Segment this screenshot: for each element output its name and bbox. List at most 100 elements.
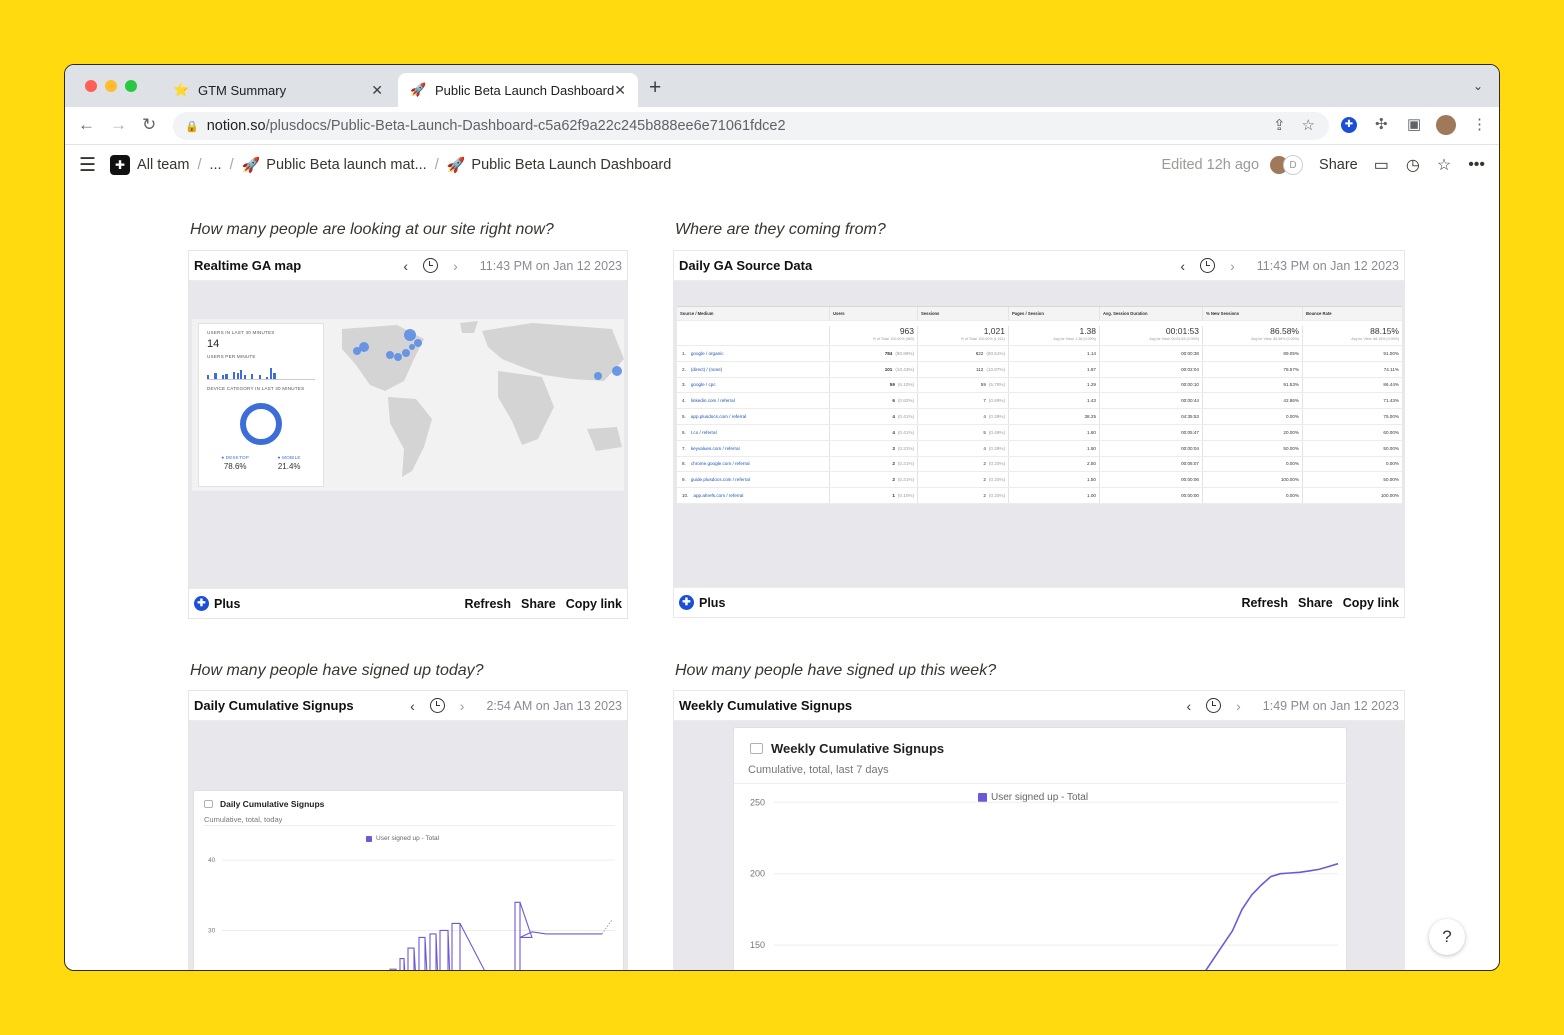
refresh-button[interactable]: Refresh	[464, 597, 511, 611]
minute-bar	[214, 373, 217, 379]
column-header[interactable]: Pages / Session	[1009, 307, 1100, 320]
minute-bar	[266, 377, 269, 379]
total-value: 86.58%	[1270, 326, 1299, 336]
source-medium-cell[interactable]: 2. (direct) / (none)	[677, 361, 830, 377]
more-options-icon[interactable]: •••	[1468, 156, 1485, 174]
previous-chevron-icon[interactable]: ‹	[410, 698, 415, 714]
source-medium-cell[interactable]: 6. t.co / referral	[677, 424, 830, 440]
hamburger-menu-icon[interactable]: ☰	[79, 156, 96, 175]
source-medium-cell[interactable]: 5. app.plusdocs.com / referral	[677, 409, 830, 424]
next-chevron-icon[interactable]: ›	[453, 258, 458, 274]
maximize-window-button[interactable]	[125, 80, 137, 92]
source-medium-cell[interactable]: 7. keyvalues.com / referral	[677, 440, 830, 456]
users-label: USERS IN LAST 30 MINUTES	[207, 330, 275, 335]
avatar[interactable]: D	[1283, 155, 1304, 175]
metric-cell: 1.00	[1009, 488, 1100, 503]
minimize-window-button[interactable]	[105, 80, 117, 92]
previous-chevron-icon[interactable]: ‹	[1186, 698, 1191, 714]
column-header[interactable]: % New Sessions	[1203, 307, 1303, 320]
source-medium-cell[interactable]: 8. chrome.google.com / referral	[677, 456, 830, 472]
metric-cell: 1 (0.10%)	[830, 488, 918, 503]
window-controls	[85, 80, 137, 92]
desktop-share: 78.6%	[223, 462, 247, 471]
metric-cell: 2 (0.20%)	[918, 488, 1009, 503]
share-button[interactable]: Share	[521, 597, 556, 611]
metric-cell: 89.05%	[1203, 346, 1303, 361]
metric-cell: 59 (6.10%)	[830, 377, 918, 393]
table-row: 7. keyvalues.com / referral 3 (0.31%) 4 (0.39…	[677, 440, 1402, 457]
total-value: 00:01:53	[1165, 326, 1199, 336]
next-chevron-icon[interactable]: ›	[460, 698, 465, 714]
device-label: DEVICE CATEGORY IN LAST 30 MINUTES	[207, 386, 305, 391]
copy-link-button[interactable]: Copy link	[1343, 596, 1399, 610]
metric-cell: 1.87	[1009, 361, 1100, 377]
history-clock-icon[interactable]: ◷	[1406, 155, 1420, 175]
source-medium-cell[interactable]: 10. app.ahrefs.com / referral	[677, 488, 830, 503]
history-clock-icon[interactable]	[1200, 258, 1216, 273]
column-header[interactable]: Avg. Session Duration	[1100, 307, 1203, 320]
back-arrow-icon[interactable]: ←	[78, 115, 95, 135]
minute-bar	[251, 374, 254, 379]
breadcrumb-current-page[interactable]: Public Beta Launch Dashboard	[471, 157, 671, 173]
metric-cell: 2 (0.21%)	[830, 456, 918, 472]
breadcrumb-launch-materials[interactable]: Public Beta launch mat...	[266, 157, 426, 173]
source-medium-cell[interactable]: 3. google / cpc	[677, 377, 830, 393]
source-medium-cell[interactable]: 1. google / organic	[677, 346, 830, 361]
forward-arrow-icon[interactable]: →	[110, 115, 127, 135]
source-medium-cell[interactable]: 4. linkedin.com / referral	[677, 393, 830, 409]
address-bar[interactable]: 🔒 notion.so/plusdocs/Public-Beta-Launch-…	[173, 112, 1329, 140]
metric-cell: 42.86%	[1203, 393, 1303, 409]
embed-title: Weekly Cumulative Signups	[679, 698, 853, 713]
refresh-button[interactable]: Refresh	[1241, 596, 1288, 610]
column-header[interactable]: Bounce Rate	[1303, 307, 1402, 320]
total-subtext: % of Total: 100.00% (1,021)	[960, 337, 1005, 341]
metric-cell: 74.11%	[1383, 366, 1399, 372]
embed-title: Realtime GA map	[194, 258, 302, 273]
favorite-star-icon[interactable]: ☆	[1437, 155, 1451, 175]
history-clock-icon[interactable]	[1206, 698, 1222, 713]
breadcrumb-all-team[interactable]: All team	[137, 157, 189, 173]
side-panel-icon[interactable]: ▣	[1407, 115, 1421, 133]
plus-logo-icon: ✚	[679, 595, 694, 610]
next-chevron-icon[interactable]: ›	[1230, 258, 1235, 274]
minute-bar	[225, 374, 228, 379]
share-page-icon[interactable]: ⇪	[1273, 116, 1286, 134]
rocket-icon: 🚀	[410, 82, 427, 97]
tab-public-beta-dashboard[interactable]: 🚀 Public Beta Launch Dashboard ✕	[398, 73, 638, 107]
profile-avatar[interactable]	[1436, 115, 1456, 139]
history-clock-icon[interactable]	[429, 698, 445, 713]
column-header[interactable]: Source / Medium	[677, 307, 830, 320]
new-tab-icon[interactable]: +	[649, 77, 661, 98]
tab-gtm-summary[interactable]: ⭐ GTM Summary ✕	[161, 73, 395, 107]
bookmark-star-icon[interactable]: ☆	[1302, 116, 1315, 134]
embed-ga-source-data: Daily GA Source Data ‹ › 11:43 PM on Jan…	[673, 250, 1405, 618]
column-header[interactable]: Users	[830, 307, 918, 320]
share-button[interactable]: Share	[1319, 157, 1358, 173]
puzzle-extensions-icon[interactable]: ✣	[1375, 115, 1388, 133]
tab-search-chevron-icon[interactable]: ⌄	[1473, 79, 1483, 93]
close-tab-icon[interactable]: ✕	[371, 82, 383, 99]
source-medium-cell[interactable]: 9. guide.plusdocs.com / referral	[677, 472, 830, 488]
previous-chevron-icon[interactable]: ‹	[403, 258, 408, 274]
reload-icon[interactable]: ↻	[142, 115, 156, 135]
history-clock-icon[interactable]	[423, 258, 439, 273]
breadcrumb-ellipsis[interactable]: ...	[209, 157, 221, 173]
close-tab-icon[interactable]: ✕	[614, 82, 626, 99]
metric-cell: 60.00%	[1383, 429, 1399, 435]
column-header[interactable]: Sessions	[918, 307, 1009, 320]
previous-chevron-icon[interactable]: ‹	[1180, 258, 1185, 274]
copy-link-button[interactable]: Copy link	[566, 597, 622, 611]
close-window-button[interactable]	[85, 80, 97, 92]
help-button[interactable]: ?	[1429, 919, 1465, 955]
share-button[interactable]: Share	[1298, 596, 1333, 610]
kebab-menu-icon[interactable]: ⋮	[1472, 115, 1487, 133]
comments-icon[interactable]: ▭	[1374, 155, 1389, 175]
plus-extension-icon[interactable]: ✚	[1341, 114, 1357, 133]
y-tick-label: 30	[208, 927, 216, 934]
metric-cell: 50.00%	[1383, 477, 1399, 483]
metric-cell: 1.60	[1009, 424, 1100, 440]
embed-header: Daily Cumulative Signups ‹ › 2:54 AM on …	[189, 691, 627, 721]
next-chevron-icon[interactable]: ›	[1236, 698, 1241, 714]
metric-cell: 6 (0.62%)	[830, 393, 918, 409]
url-text[interactable]: notion.so/plusdocs/Public-Beta-Launch-Da…	[207, 118, 786, 134]
